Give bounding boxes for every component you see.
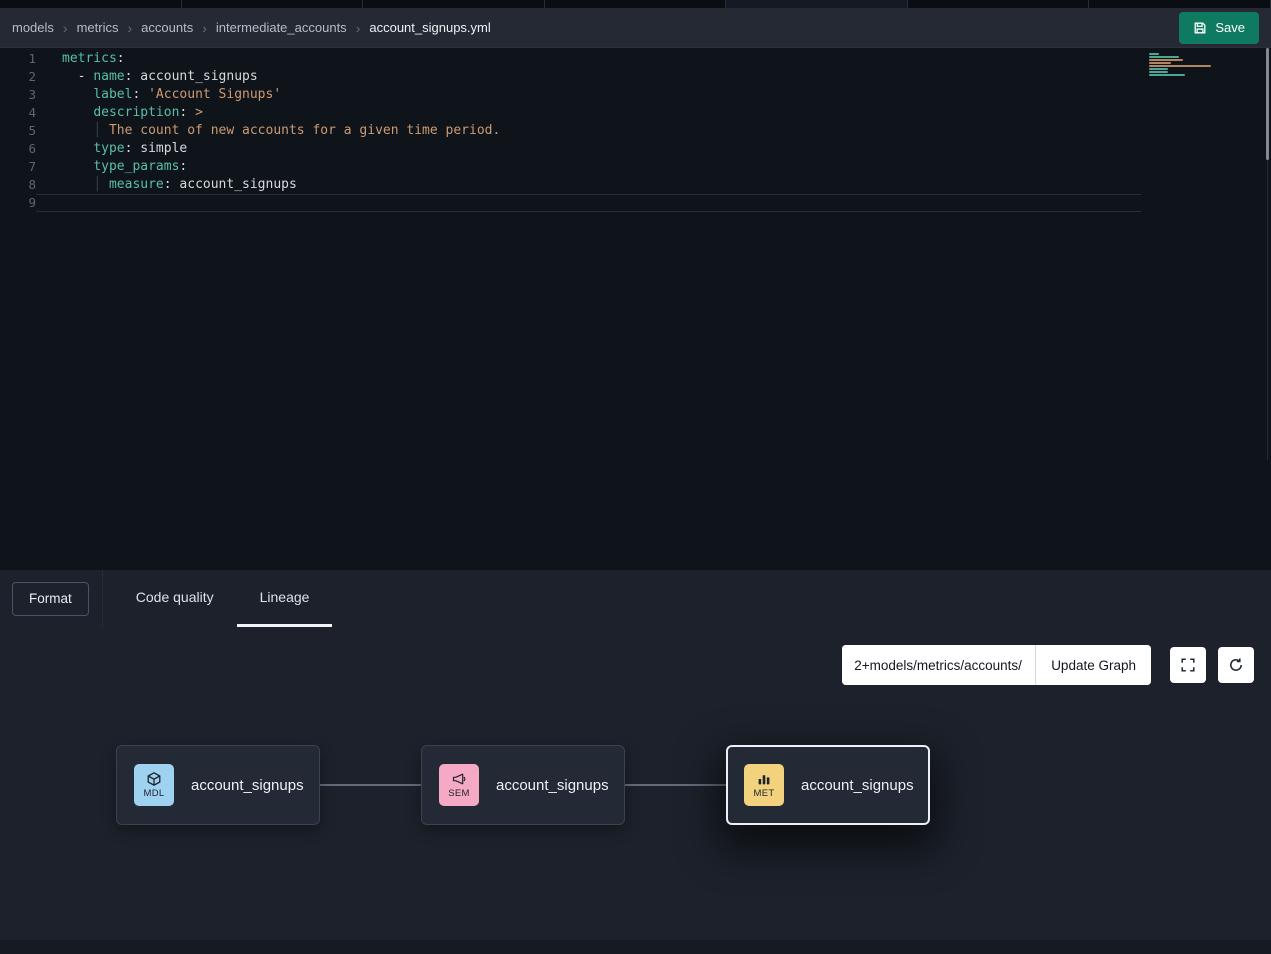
minimap-line [1149, 62, 1171, 64]
line-number: 8 [0, 176, 36, 194]
editor-tab[interactable] [908, 0, 1090, 8]
breadcrumb-item[interactable]: account_signups.yml [369, 20, 490, 35]
minimap-line [1149, 56, 1179, 58]
editor-tab-active[interactable] [726, 0, 908, 8]
chevron-right-icon: › [202, 21, 207, 35]
header-divider [102, 570, 103, 627]
code-line[interactable]: 7 type_params: [0, 158, 1141, 176]
breadcrumb-item[interactable]: intermediate_accounts [216, 20, 347, 35]
minimap-line [1149, 59, 1183, 61]
code-line[interactable]: 8 │ measure: account_signups [0, 176, 1141, 194]
editor-tab[interactable] [0, 0, 182, 8]
code-line[interactable]: 2 - name: account_signups [0, 68, 1141, 86]
code-line[interactable]: 9 [0, 194, 1141, 212]
line-number: 3 [0, 86, 36, 104]
code-line[interactable]: 3 label: 'Account Signups' [0, 86, 1141, 104]
editor-tab[interactable] [1089, 0, 1271, 8]
lineage-canvas[interactable]: MDL account_signups SEM account_signups MET a… [0, 627, 1271, 940]
line-number: 2 [0, 68, 36, 86]
code-line[interactable]: 4 description: > [0, 104, 1141, 122]
cube-icon: MDL [134, 764, 174, 806]
node-type-badge: MET [754, 788, 775, 799]
bottom-panel: Format Code qualityLineage MDL account_si… [0, 570, 1271, 954]
editor-tab[interactable] [545, 0, 727, 8]
minimap-line [1149, 68, 1168, 70]
lineage-controls: Update Graph [842, 645, 1254, 685]
editor-tab[interactable] [182, 0, 364, 8]
scrollbar-thumb[interactable] [1266, 48, 1269, 160]
breadcrumb-item[interactable]: accounts [141, 20, 193, 35]
tab-code-quality[interactable]: Code quality [113, 570, 237, 627]
minimap-line [1149, 65, 1211, 67]
breadcrumb-item[interactable]: metrics [77, 20, 119, 35]
bar-chart-icon: MET [744, 764, 784, 806]
canvas-footer-strip [0, 940, 1271, 954]
breadcrumb-bar: models › metrics › accounts › intermediate_acc… [0, 8, 1271, 48]
update-graph-button[interactable]: Update Graph [1035, 645, 1151, 685]
save-floppy-icon [1193, 21, 1207, 35]
lineage-node-met[interactable]: MET account_signups [726, 745, 930, 825]
save-button-label: Save [1215, 20, 1245, 35]
line-number: 4 [0, 104, 36, 122]
breadcrumb: models › metrics › accounts › intermediate_acc… [12, 20, 491, 35]
code-line[interactable]: 5 │ The count of new accounts for a give… [0, 122, 1141, 140]
chevron-right-icon: › [127, 21, 132, 35]
line-number: 6 [0, 140, 36, 158]
minimap-line [1149, 71, 1168, 73]
editor-tab[interactable] [363, 0, 545, 8]
line-number: 7 [0, 158, 36, 176]
minimap-line [1149, 53, 1159, 55]
editor-tabstrip[interactable] [0, 0, 1271, 8]
line-number: 1 [0, 50, 36, 68]
node-type-badge: MDL [144, 788, 165, 799]
chevron-right-icon: › [63, 21, 68, 35]
line-number: 9 [0, 194, 36, 212]
code-line[interactable]: 6 type: simple [0, 140, 1141, 158]
save-button[interactable]: Save [1179, 12, 1259, 44]
node-label: account_signups [496, 777, 609, 794]
fullscreen-button[interactable] [1170, 647, 1206, 683]
code-editor[interactable]: 1metrics:2 - name: account_signups3 labe… [0, 48, 1271, 570]
lineage-node-mdl[interactable]: MDL account_signups [116, 745, 320, 825]
fullscreen-icon [1180, 657, 1196, 673]
panel-tabs: Code qualityLineage [113, 570, 333, 627]
format-button[interactable]: Format [12, 582, 89, 616]
line-number: 5 [0, 122, 36, 140]
lineage-node-sem[interactable]: SEM account_signups [421, 745, 625, 825]
node-type-badge: SEM [448, 788, 470, 799]
node-label: account_signups [801, 777, 914, 794]
code-line[interactable]: 1metrics: [0, 50, 1141, 68]
lineage-selector-input[interactable] [842, 645, 1035, 685]
ide-window: models › metrics › accounts › intermediate_acc… [0, 0, 1271, 954]
breadcrumb-item[interactable]: models [12, 20, 54, 35]
bottom-panel-header: Format Code qualityLineage [0, 570, 1271, 627]
editor-scrollbar[interactable] [1265, 48, 1269, 460]
node-label: account_signups [191, 777, 304, 794]
minimap-line [1149, 74, 1185, 76]
tab-lineage[interactable]: Lineage [237, 570, 333, 627]
refresh-icon [1228, 657, 1244, 673]
megaphone-icon: SEM [439, 764, 479, 806]
minimap [1149, 53, 1213, 76]
chevron-right-icon: › [356, 21, 361, 35]
lineage-selector-group: Update Graph [842, 645, 1151, 685]
refresh-button[interactable] [1218, 647, 1254, 683]
